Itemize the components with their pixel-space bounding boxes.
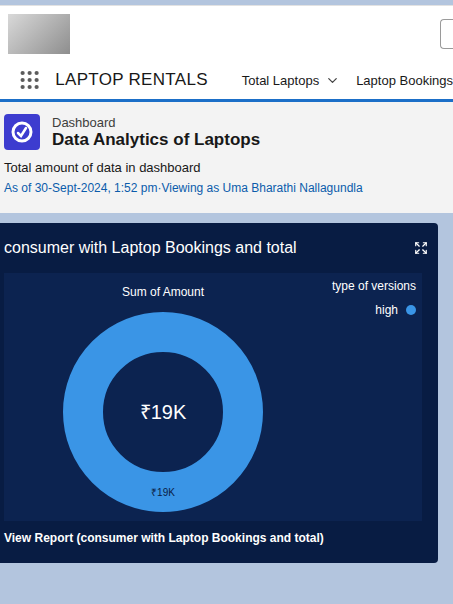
- donut-chart: ₹19K ₹19K: [58, 307, 268, 517]
- card-title: consumer with Laptop Bookings and total: [4, 239, 297, 257]
- nav-bar: LAPTOP RENTALS Total Laptops Laptop Bookin…: [0, 61, 453, 102]
- top-bar: [0, 5, 453, 61]
- dashboard-icon: [4, 114, 40, 150]
- legend-item[interactable]: high: [375, 303, 416, 317]
- chart-panel: Sum of Amount ₹19K ₹19K type of versions hig…: [4, 273, 422, 521]
- search-field[interactable]: [440, 19, 453, 49]
- dashboard-title: Data Analytics of Laptops: [52, 130, 260, 150]
- logo-image[interactable]: [8, 14, 70, 54]
- chart-subtitle: Sum of Amount: [122, 285, 204, 299]
- dashboard-header: DashboardData Analytics of Laptops Total …: [0, 102, 453, 213]
- chevron-down-icon[interactable]: [325, 73, 340, 88]
- slice-label: ₹19K: [151, 487, 175, 498]
- page: LAPTOP RENTALS Total Laptops Laptop Bookin…: [0, 0, 453, 604]
- dashboard-type: Dashboard: [52, 115, 260, 130]
- legend-dot: [406, 305, 416, 315]
- nav-tab[interactable]: Laptop Bookings: [356, 73, 453, 88]
- view-report-link[interactable]: View Report (consumer with Laptop Bookin…: [0, 521, 438, 563]
- chart-card: consumer with Laptop Bookings and total S…: [0, 223, 438, 563]
- dashboard-meta: As of 30-Sept-2024, 1:52 pm·Viewing as U…: [4, 181, 449, 195]
- legend-title: type of versions: [332, 279, 416, 293]
- app-launcher-icon[interactable]: [20, 69, 39, 91]
- app-name: LAPTOP RENTALS: [55, 70, 208, 90]
- expand-icon[interactable]: [414, 241, 428, 255]
- donut-slice[interactable]: [83, 332, 243, 492]
- nav-tab[interactable]: Total Laptops: [242, 73, 340, 88]
- legend: type of versions high: [322, 273, 422, 521]
- center-label: ₹19K: [140, 401, 187, 423]
- dashboard-description: Total amount of data in dashboard: [4, 160, 449, 175]
